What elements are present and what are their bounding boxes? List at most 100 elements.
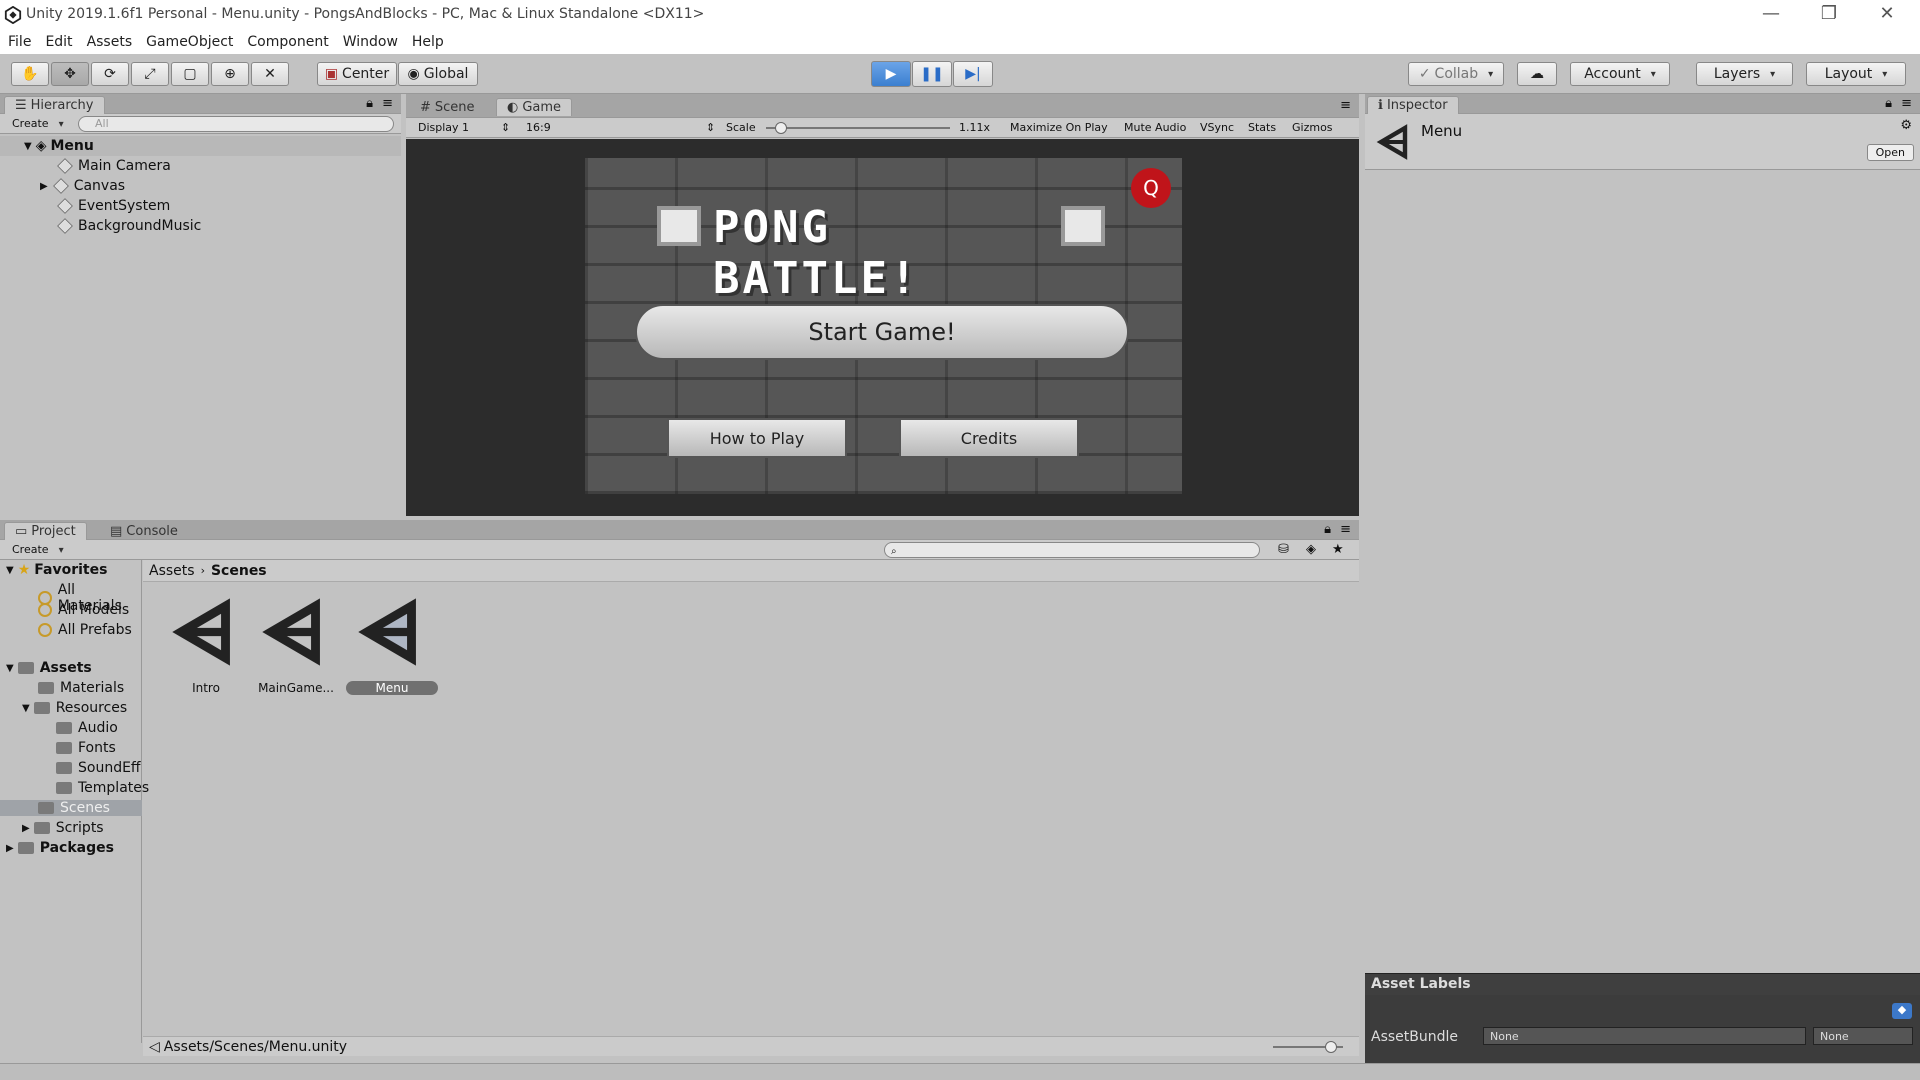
maximize-on-play-toggle[interactable]: Maximize On Play	[1010, 121, 1108, 134]
panel-menu-icon[interactable]: ≡	[382, 96, 393, 111]
tree-assets[interactable]: ▼ Assets	[6, 660, 92, 676]
menu-window[interactable]: Window	[343, 34, 398, 50]
tree-all-models[interactable]: All Models	[38, 602, 129, 618]
favorite-star-icon[interactable]: ★	[1332, 542, 1344, 557]
paddle-block-left-icon	[657, 206, 701, 246]
pivot-icon: ▣	[324, 66, 339, 82]
pivot-center-button[interactable]: ▣ Center	[317, 62, 397, 86]
gear-icon[interactable]: ⚙	[1900, 118, 1912, 133]
label-tag-icon[interactable]: ◆	[1892, 1003, 1912, 1019]
scale-slider-thumb[interactable]	[774, 122, 787, 134]
layout-dropdown[interactable]: Layout	[1806, 62, 1906, 86]
step-button[interactable]: ▶|	[953, 61, 993, 87]
tab-console[interactable]: ▤ Console	[100, 522, 188, 540]
menu-help[interactable]: Help	[412, 34, 444, 50]
assetbundle-dropdown[interactable]: None	[1483, 1027, 1806, 1045]
menu-component[interactable]: Component	[247, 34, 328, 50]
tab-hierarchy[interactable]: ☰ Hierarchy	[4, 96, 105, 114]
transform-icon: ⊕	[224, 66, 236, 82]
icon-size-slider-thumb[interactable]	[1325, 1041, 1337, 1053]
tree-resources[interactable]: ▼ Resources	[22, 700, 127, 716]
tree-favorites[interactable]: ▼ ★ Favorites	[6, 562, 107, 578]
tab-inspector[interactable]: ℹ Inspector	[1367, 96, 1459, 114]
pause-button[interactable]: ❚❚	[912, 61, 952, 87]
tree-packages[interactable]: ▶ Packages	[6, 840, 114, 856]
filter-type-icon[interactable]: ⛁	[1278, 542, 1289, 557]
scene-row-menu[interactable]: ▼ ◈ Menu	[0, 136, 401, 156]
project-search-input[interactable]: ⌕	[884, 542, 1260, 558]
tree-item-label: Resources	[55, 700, 128, 716]
menu-gameobject[interactable]: GameObject	[146, 34, 233, 50]
folder-icon	[17, 842, 34, 854]
panel-menu-icon[interactable]: ≡	[1340, 522, 1351, 537]
vsync-toggle[interactable]: VSync	[1200, 121, 1234, 134]
restore-button[interactable]: ❐	[1800, 0, 1858, 30]
rect-tool-button[interactable]: ▢	[171, 62, 209, 86]
collab-dropdown[interactable]: ✓ Collab	[1408, 62, 1504, 86]
hierarchy-item-main-camera[interactable]: Main Camera	[57, 156, 171, 176]
asset-file-maingame[interactable]: MainGame...	[250, 595, 344, 705]
stats-toggle[interactable]: Stats	[1248, 121, 1276, 134]
quit-button[interactable]: Q	[1131, 168, 1171, 208]
scene-tab-label: Scene	[434, 99, 475, 115]
breadcrumb-assets[interactable]: Assets	[149, 563, 195, 579]
breadcrumb-scenes[interactable]: Scenes	[211, 563, 267, 579]
favorites-label: Favorites	[34, 562, 108, 578]
lock-icon[interactable]: 🔒︎	[366, 96, 373, 111]
tab-game[interactable]: ◐ Game	[496, 98, 573, 116]
tree-templates[interactable]: Templates	[56, 780, 149, 796]
hierarchy-create-button[interactable]: Create	[12, 117, 64, 130]
tree-fonts[interactable]: Fonts	[56, 740, 116, 756]
menu-edit[interactable]: Edit	[45, 34, 72, 50]
tree-soundeffects[interactable]: SoundEff	[56, 760, 141, 776]
filter-label-icon[interactable]: ◈	[1306, 542, 1316, 557]
custom-tool-button[interactable]: ✕	[251, 62, 289, 86]
move-tool-button[interactable]: ✥	[51, 62, 89, 86]
aspect-dropdown[interactable]: 16:9	[526, 121, 551, 134]
lock-icon[interactable]: 🔒︎	[1885, 96, 1892, 111]
panel-menu-icon[interactable]: ≡	[1901, 96, 1912, 111]
mute-audio-toggle[interactable]: Mute Audio	[1124, 121, 1186, 134]
play-button[interactable]: ▶	[871, 61, 911, 87]
scale-tool-button[interactable]: ⤢	[131, 62, 169, 86]
panel-menu-icon[interactable]: ≡	[1340, 98, 1351, 113]
credits-label: Credits	[960, 428, 1018, 448]
rotate-tool-button[interactable]: ⟳	[91, 62, 129, 86]
lock-icon[interactable]: 🔒︎	[1324, 522, 1331, 537]
menu-assets[interactable]: Assets	[87, 34, 133, 50]
hierarchy-item-canvas[interactable]: ▶ Canvas	[40, 176, 125, 196]
scale-slider-track[interactable]	[766, 127, 950, 129]
credits-button[interactable]: Credits	[899, 418, 1079, 458]
inspector-panel: ℹ Inspector 🔒︎ ≡ Menu ⚙ Open	[1365, 94, 1920, 973]
display-dropdown[interactable]: Display 1	[418, 121, 469, 134]
minimize-button[interactable]: —	[1742, 0, 1800, 30]
how-to-play-button[interactable]: How to Play	[667, 418, 847, 458]
start-game-button[interactable]: Start Game!	[635, 304, 1129, 360]
tab-scene[interactable]: # Scene	[410, 98, 485, 116]
hierarchy-item-backgroundmusic[interactable]: BackgroundMusic	[57, 216, 201, 236]
hand-tool-button[interactable]: ✋	[11, 62, 49, 86]
assetbundle-variant-dropdown[interactable]: None	[1813, 1027, 1913, 1045]
tree-all-prefabs[interactable]: All Prefabs	[38, 622, 132, 638]
account-dropdown[interactable]: Account	[1570, 62, 1670, 86]
cloud-button[interactable]: ☁	[1517, 62, 1557, 86]
tree-materials[interactable]: Materials	[38, 680, 124, 696]
transform-tool-button[interactable]: ⊕	[211, 62, 249, 86]
asset-file-menu[interactable]: Menu	[346, 595, 440, 705]
layers-dropdown[interactable]: Layers	[1696, 62, 1793, 86]
asset-file-intro[interactable]: Intro	[160, 595, 254, 705]
tree-scenes[interactable]: Scenes	[0, 800, 142, 816]
gizmos-dropdown[interactable]: Gizmos	[1292, 121, 1333, 134]
hierarchy-item-eventsystem[interactable]: EventSystem	[57, 196, 170, 216]
hierarchy-search-input[interactable]: All	[78, 116, 394, 132]
project-create-button[interactable]: Create	[12, 543, 64, 556]
menu-file[interactable]: File	[8, 34, 31, 50]
tree-scripts[interactable]: ▶ Scripts	[22, 820, 104, 836]
collab-label: Collab	[1434, 66, 1479, 82]
tree-item-label: Scenes	[60, 800, 110, 816]
tree-audio[interactable]: Audio	[56, 720, 118, 736]
tab-project[interactable]: ▭ Project	[4, 522, 87, 540]
pivot-global-button[interactable]: ◉ Global	[398, 62, 478, 86]
open-button[interactable]: Open	[1866, 144, 1914, 161]
close-button[interactable]: ✕	[1858, 0, 1916, 30]
